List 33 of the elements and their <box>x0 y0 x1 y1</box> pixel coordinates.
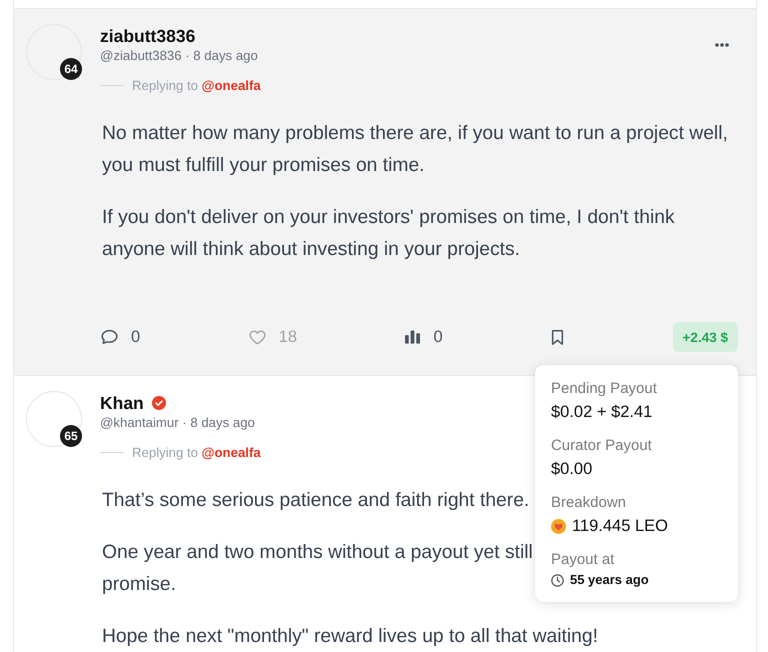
payout-label: Breakdown <box>550 493 626 513</box>
bar-chart-icon <box>405 330 420 344</box>
reply-note: Replying to @onealfa <box>132 444 261 460</box>
speech-bubble-icon <box>101 329 118 345</box>
comment-paragraph: One year and two months without a payout yet still promise. <box>102 541 533 597</box>
payout-value: $0.02 + $2.41 <box>550 402 652 423</box>
author-name[interactable]: Khan <box>100 391 144 415</box>
comment-paragraph: No matter how many problems there are, if you want to run a project well, you must fulfill your promises on time. <box>102 122 728 178</box>
clock-icon <box>550 574 564 586</box>
bookmark-icon <box>551 328 564 346</box>
payout-label: Curator Payout <box>550 436 652 456</box>
payout-value: 119.445 LEO <box>572 516 668 537</box>
payout-label: Payout at <box>550 550 614 570</box>
post-byline: @khantaimur · 8 days ago <box>100 415 255 431</box>
payout-value: $0.00 <box>550 459 592 480</box>
stats-button[interactable]: 0 <box>405 328 443 346</box>
comment-paragraph: Hope the next "monthly" reward lives up to all that waiting! <box>102 625 598 649</box>
payout-value: 55 years ago <box>570 571 649 589</box>
more-icon[interactable] <box>715 43 729 47</box>
reputation-badge: 65 <box>60 425 82 447</box>
comment-paragraph: If you don't deliver on your investors' promises on time, I don't think anyone will think about investing in your projects. <box>102 206 675 262</box>
post-byline: @ziabutt3836 · 8 days ago <box>100 48 258 64</box>
payout-label: Pending Payout <box>550 379 657 399</box>
mention-link[interactable]: @onealfa <box>202 78 261 92</box>
heart-icon <box>248 330 266 344</box>
bookmark-button[interactable] <box>551 328 564 346</box>
comment-paragraph: That’s some serious patience and faith right there. <box>102 489 530 513</box>
reply-note: Replying to @onealfa <box>132 78 261 92</box>
reputation-badge: 64 <box>60 58 82 80</box>
author-name[interactable]: ziabutt3836 <box>100 24 196 48</box>
heart-coin-icon <box>550 518 566 534</box>
mention-link[interactable]: @onealfa <box>202 444 261 460</box>
comment-button[interactable]: 0 <box>101 328 140 346</box>
